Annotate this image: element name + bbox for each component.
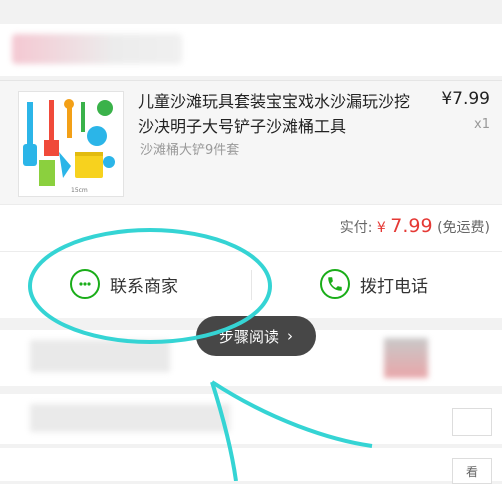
annotation-overlay [28,228,373,481]
circle-annotation [28,228,272,344]
arrow-shaft-right [210,380,373,448]
